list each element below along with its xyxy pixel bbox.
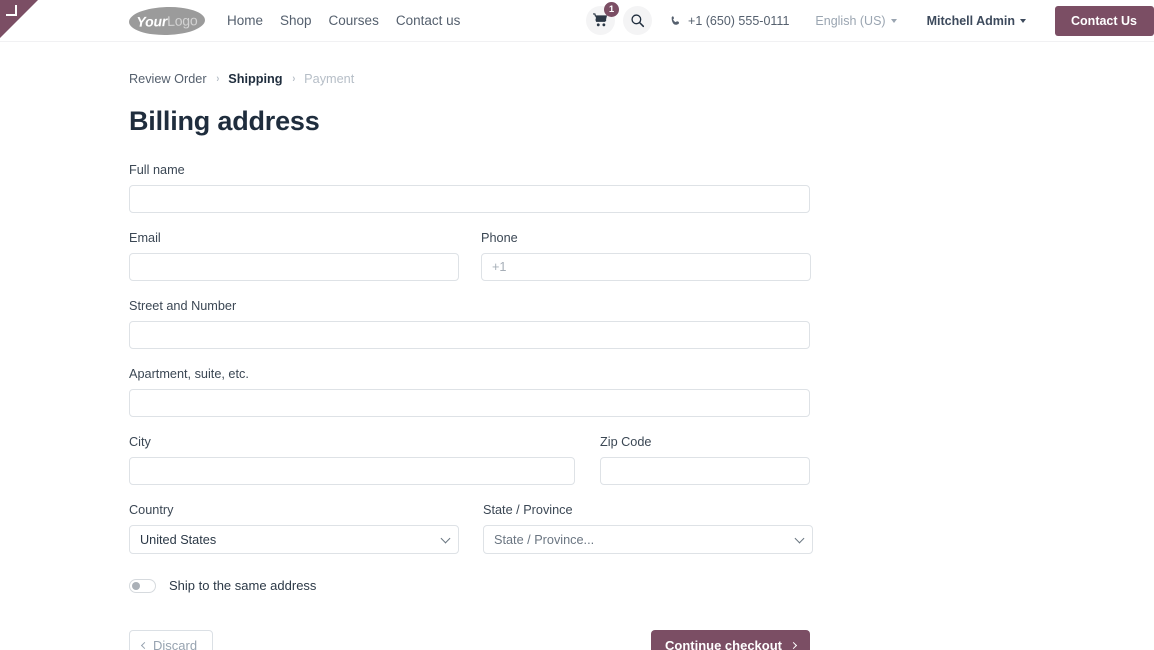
breadcrumb-separator-icon: › <box>291 73 295 85</box>
site-logo[interactable]: Your Logo <box>128 5 206 36</box>
page-title: Billing address <box>129 106 320 136</box>
breadcrumb-payment: Payment <box>304 72 355 86</box>
field-country: Country United States <box>129 503 459 554</box>
billing-address-form: Full name Email Phone Street and Number <box>129 163 1154 650</box>
main-navigation: Home Shop Courses Contact us <box>227 13 460 28</box>
breadcrumb-review-order[interactable]: Review Order <box>129 72 207 86</box>
apartment-label: Apartment, suite, etc. <box>129 367 249 381</box>
zip-input[interactable] <box>600 457 810 485</box>
field-full-name: Full name <box>129 163 810 213</box>
discard-button-label: Discard <box>153 638 198 650</box>
search-button[interactable] <box>623 6 653 35</box>
chevron-left-icon <box>140 641 149 650</box>
apartment-input[interactable] <box>129 389 810 417</box>
language-label: English (US) <box>815 13 886 28</box>
field-city: City <box>129 435 575 485</box>
breadcrumb-separator-icon: › <box>215 73 219 85</box>
state-label: State / Province <box>483 503 573 517</box>
continue-checkout-button[interactable]: Continue checkout <box>650 630 810 650</box>
site-header: YourLogo Home Shop Courses Contact us 1 <box>0 0 1154 42</box>
email-label: Email <box>129 231 161 245</box>
email-input[interactable] <box>129 253 459 281</box>
ship-same-address-toggle[interactable] <box>129 578 156 593</box>
field-apartment: Apartment, suite, etc. <box>129 367 810 417</box>
row-ship-same-address: Ship to the same address <box>129 578 1154 593</box>
nav-item-courses[interactable]: Courses <box>329 13 379 28</box>
phone-link[interactable]: +1 (650) 555-0111 <box>670 14 789 28</box>
chevron-down-icon <box>1020 18 1027 23</box>
row-city-zip: City Zip Code <box>129 435 1154 485</box>
phone-icon <box>671 15 680 25</box>
phone-input[interactable] <box>481 253 811 281</box>
country-select[interactable]: United States <box>129 525 459 554</box>
field-email: Email <box>129 231 459 281</box>
full-name-label: Full name <box>129 163 185 177</box>
breadcrumb: Review Order › Shipping › Payment <box>129 42 1154 86</box>
editor-corner-icon <box>6 5 17 16</box>
discard-button[interactable]: Discard <box>129 630 214 650</box>
search-icon <box>631 14 645 28</box>
language-selector[interactable]: English (US) <box>815 13 897 28</box>
street-label: Street and Number <box>129 299 237 313</box>
field-zip: Zip Code <box>600 435 810 485</box>
nav-item-home[interactable]: Home <box>227 13 263 28</box>
logo-bold-text: Your <box>136 12 168 30</box>
continue-button-label: Continue checkout <box>664 638 782 650</box>
cart-button[interactable]: 1 <box>586 2 620 35</box>
state-select[interactable]: State / Province... <box>483 525 813 554</box>
chevron-down-icon <box>890 18 897 23</box>
field-phone: Phone <box>481 231 811 281</box>
phone-label: Phone <box>481 231 518 245</box>
breadcrumb-shipping[interactable]: Shipping <box>228 72 282 86</box>
user-menu[interactable]: Mitchell Admin <box>926 13 1027 28</box>
full-name-input[interactable] <box>129 185 810 213</box>
phone-number-text: +1 (650) 555-0111 <box>688 13 790 28</box>
field-street: Street and Number <box>129 299 810 349</box>
header-right-tools: 1 +1 (650) 555-0111 English (US) Mitchel… <box>586 0 1154 42</box>
nav-item-contact-us[interactable]: Contact us <box>396 13 461 28</box>
checkout-page: Review Order › Shipping › Payment Billin… <box>0 42 1154 650</box>
zip-label: Zip Code <box>600 435 652 449</box>
city-label: City <box>129 435 151 449</box>
country-label: Country <box>129 503 174 517</box>
ship-same-address-label: Ship to the same address <box>169 578 317 593</box>
toggle-knob <box>132 581 140 590</box>
field-state: State / Province State / Province... <box>483 503 813 554</box>
chevron-right-icon <box>789 641 798 650</box>
city-input[interactable] <box>129 457 575 485</box>
user-name-label: Mitchell Admin <box>926 13 1016 28</box>
row-email-phone: Email Phone <box>129 231 1154 281</box>
street-input[interactable] <box>129 321 810 349</box>
cart-count-badge: 1 <box>604 2 620 17</box>
nav-item-shop[interactable]: Shop <box>280 13 312 28</box>
form-actions: Discard Continue checkout <box>129 630 810 650</box>
logo-light-text: Logo <box>166 11 198 29</box>
contact-us-button[interactable]: Contact Us <box>1055 5 1154 36</box>
row-country-state: Country United States State / Province S… <box>129 503 1154 554</box>
